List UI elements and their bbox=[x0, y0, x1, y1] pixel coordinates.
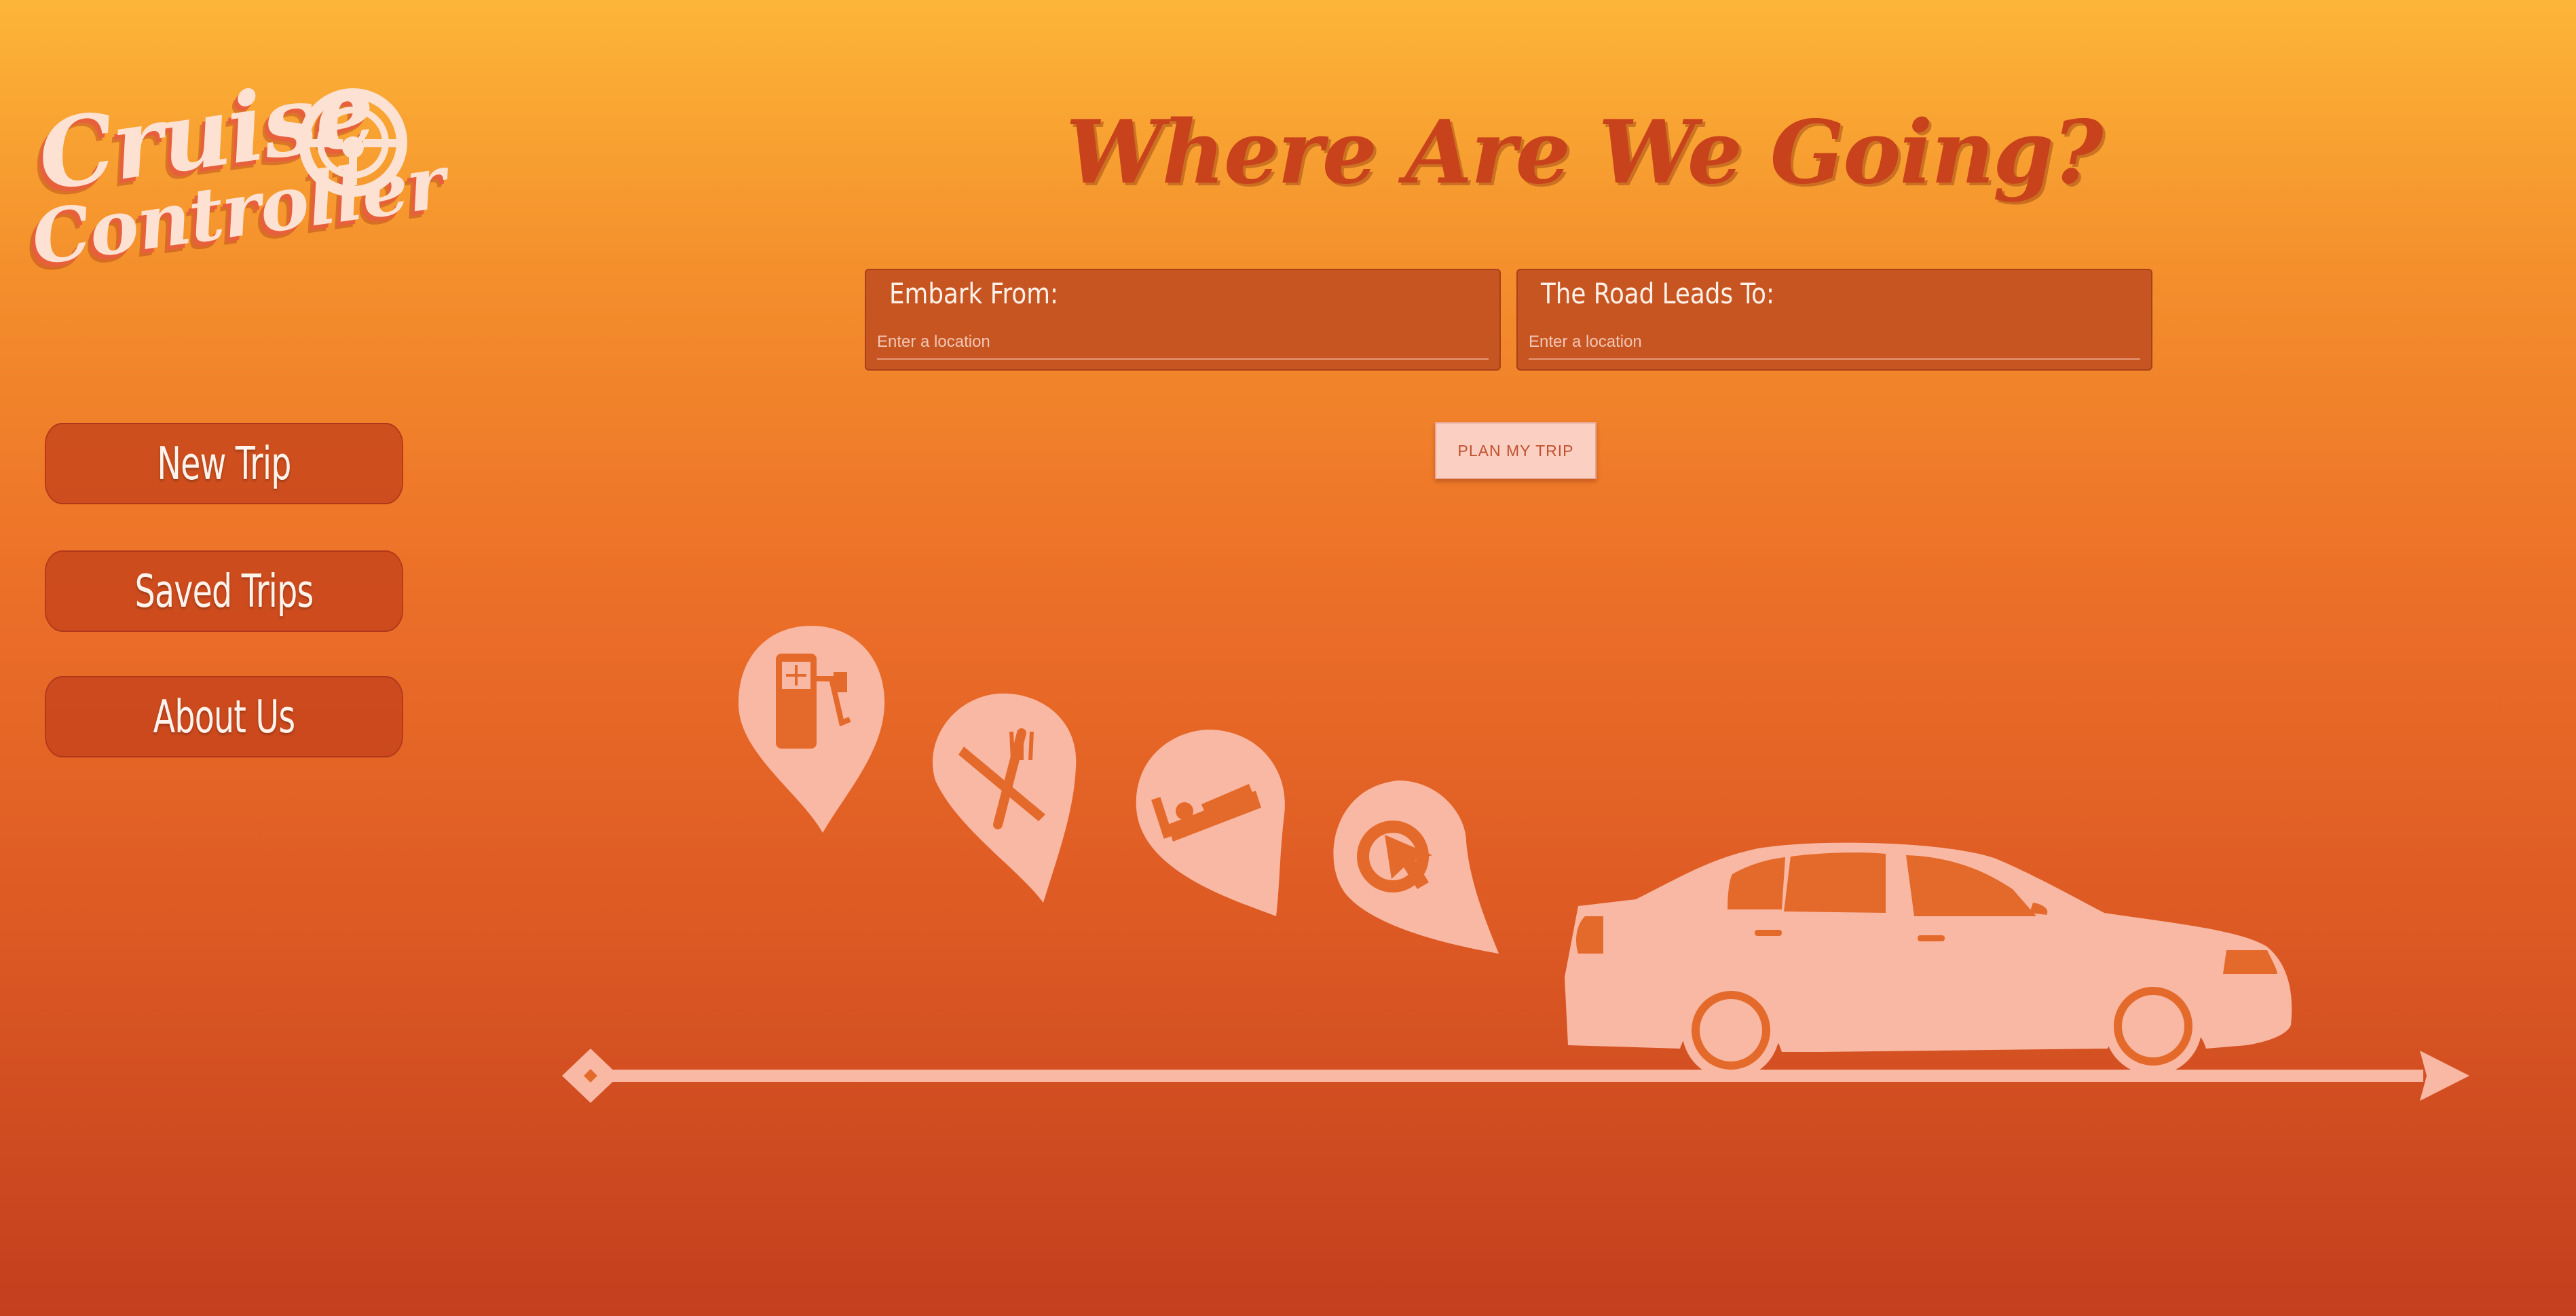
page-title: Where Are We Going? bbox=[1066, 102, 2104, 204]
new-trip-label: New Trip bbox=[157, 436, 291, 491]
steering-wheel-icon bbox=[299, 88, 407, 197]
destination-card: The Road Leads To: bbox=[1516, 269, 2152, 371]
app-logo[interactable]: Cruise Controller bbox=[26, 56, 451, 282]
embark-from-input[interactable] bbox=[877, 326, 1489, 360]
embark-from-label: Embark From: bbox=[889, 277, 1059, 310]
embark-from-card: Embark From: bbox=[865, 269, 1501, 371]
about-us-label: About Us bbox=[153, 690, 296, 744]
restaurant-icon bbox=[933, 693, 1077, 903]
saved-trips-button[interactable]: Saved Trips bbox=[44, 550, 404, 632]
hotel-icon bbox=[1136, 730, 1285, 916]
road-timeline bbox=[562, 1049, 2469, 1103]
car-icon bbox=[1565, 842, 2292, 1079]
about-us-button[interactable]: About Us bbox=[44, 676, 404, 757]
gas-station-icon bbox=[738, 626, 885, 833]
detour-icon bbox=[1333, 781, 1499, 954]
saved-trips-label: Saved Trips bbox=[134, 564, 314, 618]
destination-input[interactable] bbox=[1529, 326, 2140, 360]
plan-my-trip-button[interactable]: PLAN MY TRIP bbox=[1435, 422, 1597, 479]
new-trip-button[interactable]: New Trip bbox=[44, 423, 404, 504]
destination-label: The Road Leads To: bbox=[1541, 277, 1774, 310]
